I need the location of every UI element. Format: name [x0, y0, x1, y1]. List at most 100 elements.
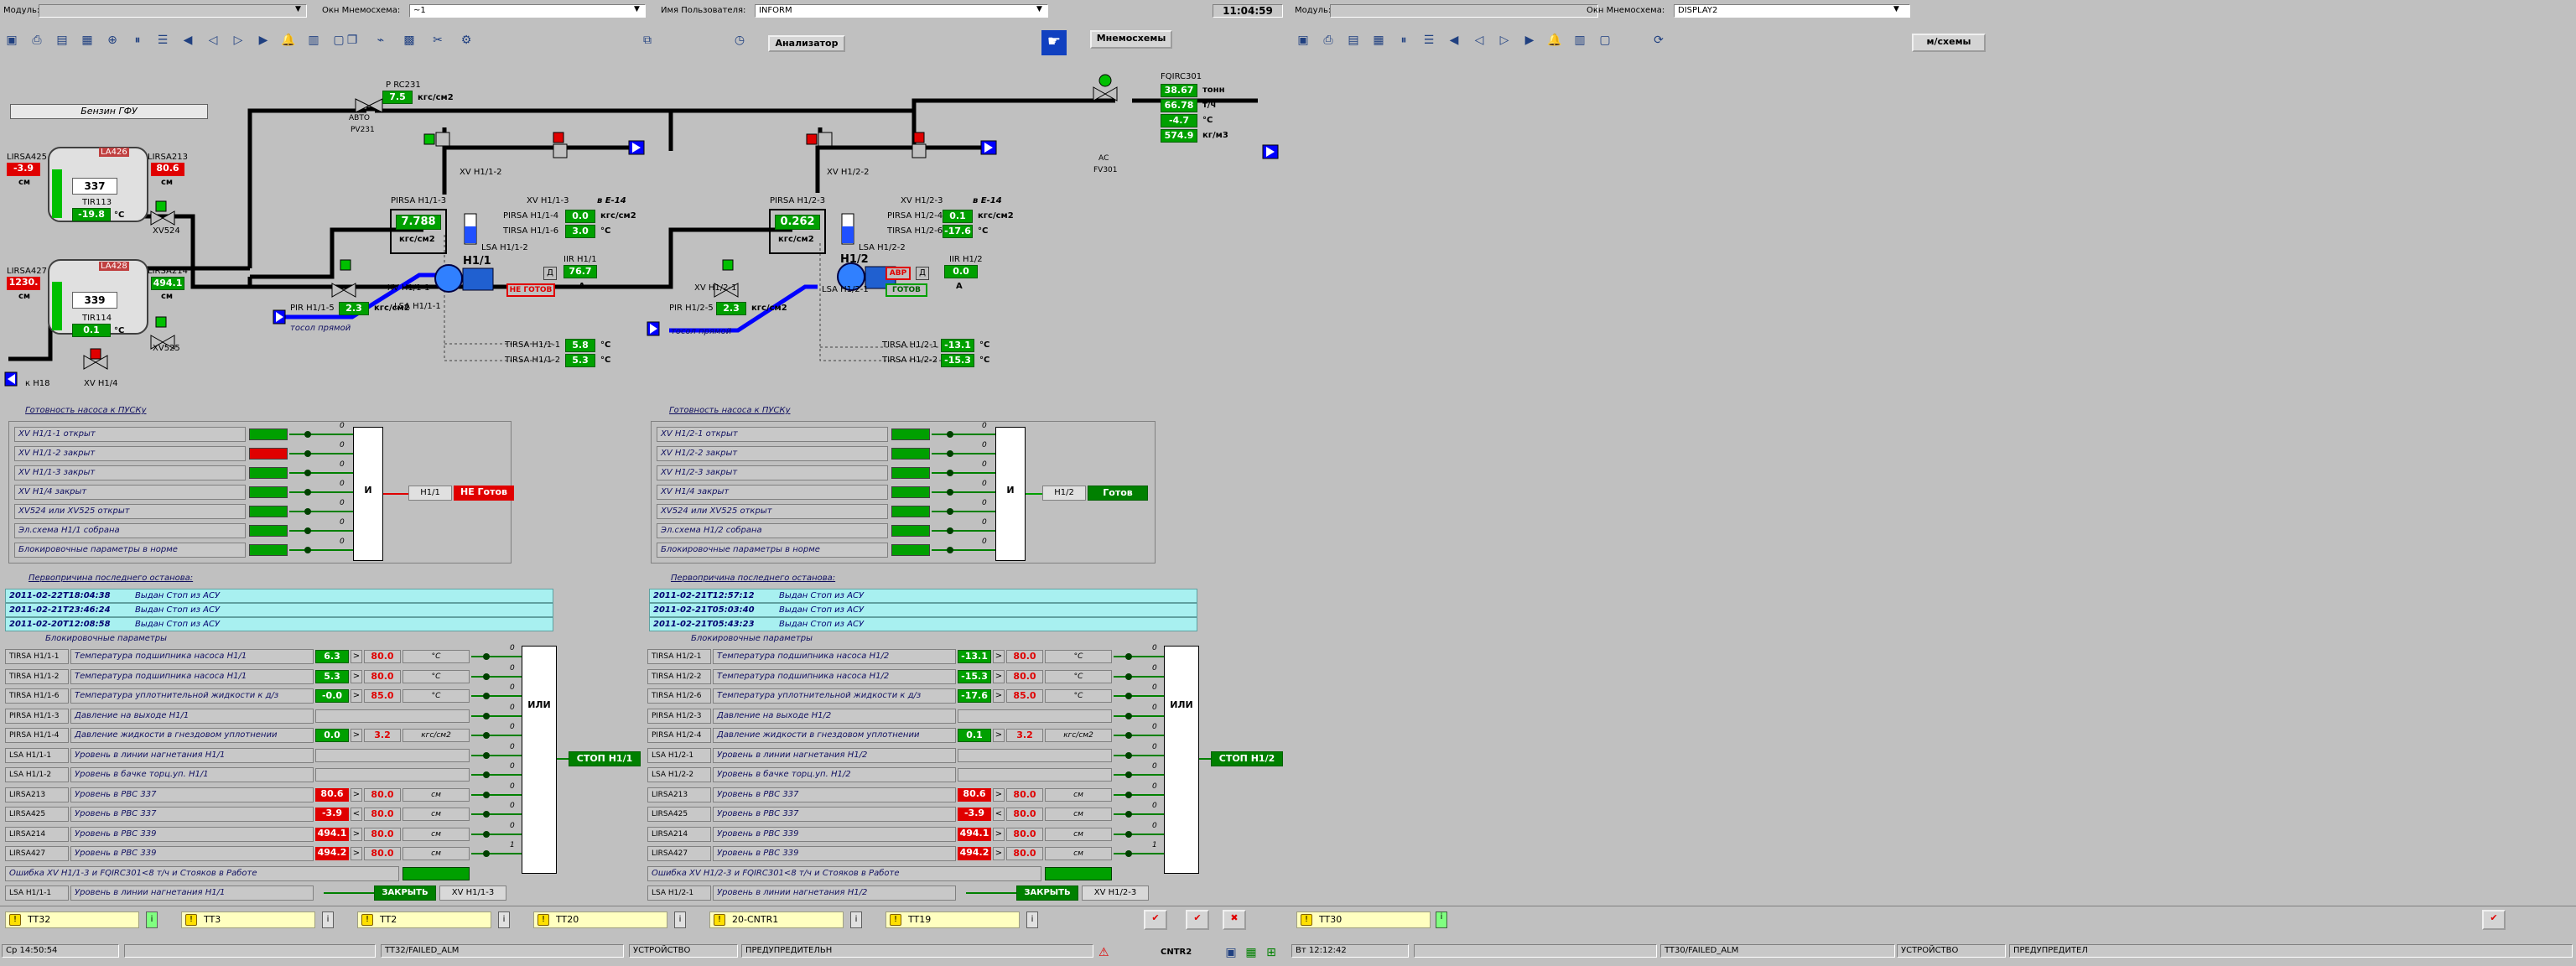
- pump2-name[interactable]: Н1/2: [840, 253, 869, 266]
- user-field[interactable]: INFORM: [755, 4, 1048, 18]
- list-icon[interactable]: ☰: [1420, 32, 1437, 49]
- info-icon[interactable]: i: [146, 911, 158, 928]
- param-value[interactable]: 80.6: [315, 787, 349, 802]
- print-icon[interactable]: ⎙: [29, 32, 45, 49]
- setpoint[interactable]: 80.0: [1006, 847, 1043, 860]
- setpoint[interactable]: 80.0: [1006, 787, 1043, 802]
- pause-icon[interactable]: ⏸: [1395, 32, 1412, 49]
- info-icon[interactable]: i: [322, 911, 334, 928]
- window-icon[interactable]: ▤: [1345, 32, 1362, 49]
- pump1-seal-temp[interactable]: 3.0: [565, 225, 595, 238]
- pump2-seal-pressure[interactable]: 0.1: [943, 210, 973, 223]
- pump1-mode[interactable]: Д: [543, 267, 557, 280]
- module-select[interactable]: [1330, 4, 1598, 18]
- pump1-seal-pressure[interactable]: 0.0: [565, 210, 595, 223]
- alarm-item-right[interactable]: ! TT30: [1296, 911, 1431, 928]
- setpoint[interactable]: 80.0: [364, 808, 401, 821]
- grid-icon[interactable]: ▦: [1243, 944, 1259, 961]
- chart-icon[interactable]: ▩: [401, 32, 418, 49]
- alarm-item[interactable]: ! TT32: [5, 911, 139, 928]
- setpoint[interactable]: 80.0: [1006, 650, 1043, 663]
- zoom-icon[interactable]: ⊕: [104, 32, 121, 49]
- ack-icon[interactable]: ✔: [2482, 910, 2506, 930]
- info-icon[interactable]: i: [850, 911, 862, 928]
- save-icon[interactable]: ▣: [1295, 32, 1311, 49]
- setpoint[interactable]: 80.0: [364, 787, 401, 802]
- prev-icon[interactable]: ◁: [205, 32, 221, 49]
- display-icon[interactable]: ▣: [1223, 944, 1239, 961]
- alarm-item[interactable]: ! 20-CNTR1: [709, 911, 844, 928]
- info-icon[interactable]: ⧉: [639, 32, 656, 49]
- param-value[interactable]: -0.0: [315, 689, 349, 703]
- alarm-bell-icon[interactable]: 🔔: [280, 32, 297, 49]
- analyzer-button[interactable]: Анализатор: [768, 35, 845, 52]
- pump1-bearing-temp-2[interactable]: 5.3: [565, 354, 595, 367]
- ack-icon[interactable]: ✔: [1144, 910, 1167, 930]
- setpoint[interactable]: 80.0: [364, 827, 401, 841]
- tile-icon[interactable]: ▦: [1370, 32, 1387, 49]
- info-icon[interactable]: i: [498, 911, 510, 928]
- mnemoschemes-button[interactable]: Мнемосхемы: [1090, 30, 1172, 49]
- back-icon[interactable]: ◀: [1446, 32, 1462, 49]
- print-icon[interactable]: ⎙: [1320, 32, 1337, 49]
- tools-icon[interactable]: ✂: [429, 32, 446, 49]
- module-select[interactable]: [39, 4, 307, 18]
- forward-icon[interactable]: ▶: [1521, 32, 1538, 49]
- setpoint[interactable]: 80.0: [1006, 827, 1043, 841]
- pump1-name[interactable]: Н1/1: [463, 255, 491, 267]
- pump2-bearing-temp-2[interactable]: -15.3: [941, 354, 974, 367]
- panel-icon[interactable]: ▥: [305, 32, 322, 49]
- clock-icon[interactable]: ◷: [731, 32, 748, 49]
- fqirc301-value-2[interactable]: 66.78: [1161, 99, 1197, 112]
- fqirc301-value-4[interactable]: 574.9: [1161, 129, 1197, 143]
- setpoint[interactable]: 80.0: [364, 650, 401, 663]
- next-icon[interactable]: ▷: [230, 32, 247, 49]
- tank2-temp-value[interactable]: 0.1: [72, 324, 111, 337]
- param-value[interactable]: -15.3: [958, 669, 991, 683]
- setpoint[interactable]: 85.0: [364, 689, 401, 703]
- info-icon[interactable]: i: [1436, 911, 1447, 928]
- param-value[interactable]: 494.2: [315, 847, 349, 860]
- tank1-level-value[interactable]: -3.9: [7, 163, 40, 176]
- settings-icon[interactable]: ⚙: [458, 32, 475, 49]
- refresh-icon[interactable]: ⟳: [1650, 32, 1667, 49]
- mnemo-select[interactable]: ~1: [409, 4, 646, 18]
- info-icon[interactable]: i: [674, 911, 686, 928]
- ack-all-icon[interactable]: ✔: [1186, 910, 1209, 930]
- prc231-value[interactable]: 7.5: [382, 91, 413, 104]
- param-value[interactable]: -17.6: [958, 689, 991, 703]
- alarm-bell-icon[interactable]: 🔔: [1546, 32, 1563, 49]
- prev-icon[interactable]: ◁: [1471, 32, 1488, 49]
- setpoint[interactable]: 80.0: [364, 669, 401, 683]
- pause-icon[interactable]: ⏸: [129, 32, 146, 49]
- mnemo-select[interactable]: DISPLAY2: [1674, 4, 1910, 18]
- back-icon[interactable]: ◀: [179, 32, 196, 49]
- pump1-pressure-value[interactable]: 7.788: [396, 215, 441, 230]
- close-button[interactable]: ЗАКРЫТЬ: [374, 885, 436, 901]
- setpoint[interactable]: 80.0: [1006, 669, 1043, 683]
- alarm-item[interactable]: ! TT3: [181, 911, 315, 928]
- param-value[interactable]: -13.1: [958, 650, 991, 663]
- tank1-temp-value[interactable]: -19.8: [72, 208, 111, 221]
- silence-icon[interactable]: ✖: [1223, 910, 1246, 930]
- alarm-item[interactable]: ! TT19: [886, 911, 1020, 928]
- info-icon[interactable]: i: [1026, 911, 1038, 928]
- next-icon[interactable]: ▷: [1496, 32, 1513, 49]
- alarm-item[interactable]: ! TT2: [357, 911, 491, 928]
- chevron-down-icon[interactable]: ▼: [1036, 5, 1042, 13]
- panel-icon[interactable]: ▥: [1571, 32, 1588, 49]
- tile-icon[interactable]: ▦: [79, 32, 96, 49]
- setpoint[interactable]: 80.0: [1006, 808, 1043, 821]
- pump2-bearing-temp-1[interactable]: -13.1: [941, 339, 974, 352]
- forward-icon[interactable]: ▶: [255, 32, 272, 49]
- param-value[interactable]: 5.3: [315, 669, 349, 683]
- pump1-bearing-temp-1[interactable]: 5.8: [565, 339, 595, 352]
- chevron-down-icon[interactable]: ▼: [295, 5, 301, 13]
- pump2-mode[interactable]: Д: [916, 267, 929, 280]
- pump2-current[interactable]: 0.0: [944, 265, 978, 278]
- setpoint[interactable]: 80.0: [364, 847, 401, 860]
- param-value[interactable]: -3.9: [315, 808, 349, 821]
- param-value[interactable]: 494.1: [315, 827, 349, 841]
- param-value[interactable]: 6.3: [315, 650, 349, 663]
- tank2-level2-value[interactable]: 494.1: [151, 277, 184, 290]
